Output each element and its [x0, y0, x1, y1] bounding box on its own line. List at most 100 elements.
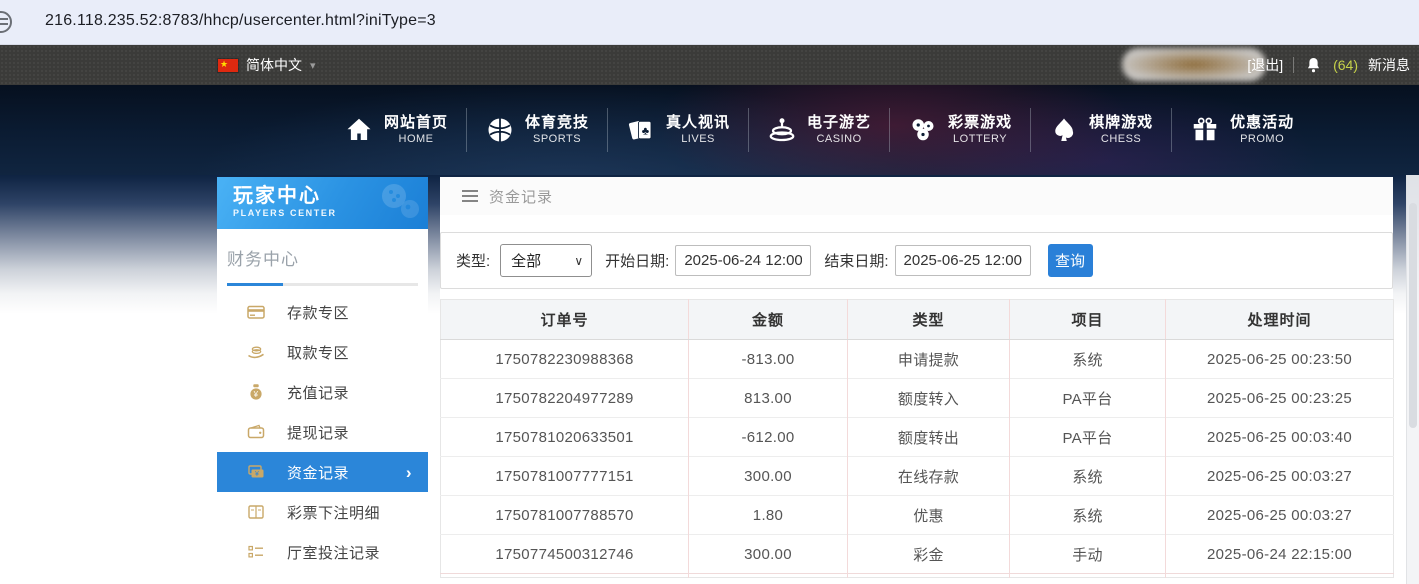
search-button[interactable]: 查询	[1048, 244, 1093, 277]
logout-link[interactable]: [退出]	[1247, 55, 1283, 75]
table-row: 1750781020633501 -612.00 额度转出 PA平台 2025-…	[441, 418, 1394, 457]
breadcrumb: 资金记录	[440, 177, 1393, 215]
menu-icon[interactable]	[462, 190, 478, 202]
hand-money-icon	[247, 343, 265, 361]
sidebar-item-player-bet-report[interactable]: 玩家投注报表	[217, 572, 428, 584]
type-cell: 额度转出	[848, 418, 1010, 457]
time-cell: 2025-06-25 00:23:25	[1166, 379, 1394, 418]
nav-item-casino[interactable]: 电子游艺CASINO	[749, 85, 889, 175]
sidebar-item-label: 彩票下注明细	[287, 502, 380, 523]
chevron-down-icon: ▾	[310, 59, 316, 72]
table-row: 1750774500312746 300.00 彩金 手动 2025-06-24…	[441, 535, 1394, 574]
sports-ball-icon	[485, 115, 515, 145]
type-cell: 额度转入	[848, 379, 1010, 418]
sidebar-item-label: 厅室投注记录	[287, 542, 380, 563]
sidebar-item-withdraw[interactable]: 取款专区	[217, 332, 428, 372]
list-icon	[247, 543, 265, 561]
notice-link[interactable]: 新消息	[1368, 55, 1410, 75]
site-info-icon[interactable]	[0, 11, 12, 33]
browser-address-bar[interactable]: 216.118.235.52:8783/hhcp/usercenter.html…	[0, 0, 1419, 45]
sidebar-item-funds-records[interactable]: ¥ 资金记录 ›	[217, 452, 428, 492]
nav-item-chess[interactable]: 棋牌游戏CHESS	[1031, 85, 1171, 175]
type-cell: 申请提款	[848, 340, 1010, 379]
sidebar-section: 财务中心	[227, 245, 418, 286]
home-icon	[344, 115, 374, 145]
funds-cards-icon: ¥	[247, 463, 265, 481]
chevron-right-icon: ›	[406, 464, 412, 481]
nav-item-sports[interactable]: 体育竞技SPORTS	[467, 85, 607, 175]
svg-text:♣: ♣	[642, 125, 650, 137]
sidebar-item-label: 充值记录	[287, 382, 349, 403]
sidebar-item-withdraw-records[interactable]: 提现记录	[217, 412, 428, 452]
amount-cell: 300.00	[689, 457, 848, 496]
filter-bar: 类型: 全部 ∨ 开始日期: 结束日期: 查询	[440, 232, 1393, 289]
table-row: 1750781007788570 1.80 优惠 系统 2025-06-25 0…	[441, 496, 1394, 535]
gamepad-icon	[350, 181, 422, 227]
username-redacted	[1122, 48, 1266, 81]
time-cell: 2025-06-25 00:03:40	[1166, 418, 1394, 457]
sidebar-item-label: 资金记录	[287, 462, 349, 483]
header-amount: 金额	[689, 300, 848, 340]
language-selector[interactable]: ★ 简体中文 ▾	[218, 45, 316, 85]
main-content: 资金记录 类型: 全部 ∨ 开始日期: 结束日期: 查询 订单号 金额 类型	[440, 177, 1393, 584]
language-label: 简体中文	[246, 55, 302, 75]
end-date-input[interactable]	[895, 245, 1031, 276]
start-date-input[interactable]	[675, 245, 811, 276]
page-scrollbar[interactable]	[1406, 175, 1419, 584]
sidebar-item-label: 存款专区	[287, 302, 349, 323]
amount-cell: -813.00	[689, 340, 848, 379]
type-cell: 优惠	[848, 496, 1010, 535]
sidebar-item-lottery-bet-detail[interactable]: 彩票下注明细	[217, 492, 428, 532]
china-flag-icon: ★	[218, 59, 238, 72]
amount-cell: 1.80	[689, 496, 848, 535]
order-no-cell: 1750781020633501	[441, 418, 689, 457]
header-type: 类型	[848, 300, 1010, 340]
start-date-label: 开始日期:	[605, 250, 669, 271]
deposit-card-icon	[247, 303, 265, 321]
screen: 216.118.235.52:8783/hhcp/usercenter.html…	[0, 0, 1419, 584]
project-cell: 系统	[1010, 340, 1166, 379]
gift-icon	[1190, 115, 1220, 145]
select-caret-icon: ∨	[574, 254, 583, 268]
sidebar-menu: 存款专区 取款专区 ¥ 充值记录	[217, 292, 428, 584]
section-underline	[227, 283, 418, 286]
url-text[interactable]: 216.118.235.52:8783/hhcp/usercenter.html…	[45, 12, 436, 30]
order-no-cell: 1750774500312746	[441, 535, 689, 574]
time-cell: 2025-06-25 00:03:27	[1166, 496, 1394, 535]
header-time: 处理时间	[1166, 300, 1394, 340]
table-row: 1750781007777151 300.00 在线存款 系统 2025-06-…	[441, 457, 1394, 496]
nav-item-lottery[interactable]: 彩票游戏LOTTERY	[890, 85, 1030, 175]
playing-cards-icon: ♣	[626, 115, 656, 145]
ledger-book-icon	[247, 503, 265, 521]
table-row: 1750782230988368 -813.00 申请提款 系统 2025-06…	[441, 340, 1394, 379]
svg-text:¥: ¥	[255, 471, 259, 478]
time-cell: 2025-06-25 00:23:50	[1166, 340, 1394, 379]
sidebar-item-recharge-records[interactable]: ¥ 充值记录	[217, 372, 428, 412]
notice-count: (64)	[1333, 57, 1358, 73]
sidebar-item-deposit[interactable]: 存款专区	[217, 292, 428, 332]
divider	[1293, 57, 1294, 73]
project-cell: 系统	[1010, 457, 1166, 496]
players-center-sidebar: 玩家中心 PLAYERS CENTER 财务中心 存款专区	[217, 177, 428, 584]
project-cell: 系统	[1010, 496, 1166, 535]
amount-cell: 300.00	[689, 535, 848, 574]
project-cell: PA平台	[1010, 418, 1166, 457]
funds-records-table: 订单号 金额 类型 项目 处理时间 1750782230988368 -813.…	[440, 299, 1394, 578]
nav-item-home[interactable]: 网站首页HOME	[326, 85, 466, 175]
spade-icon	[1049, 115, 1079, 145]
sidebar-header: 玩家中心 PLAYERS CENTER	[217, 177, 428, 229]
sidebar-item-label: 取款专区	[287, 342, 349, 363]
sidebar-item-hall-bet-records[interactable]: 厅室投注记录	[217, 532, 428, 572]
bell-icon[interactable]	[1304, 56, 1323, 75]
roulette-icon	[767, 115, 797, 145]
nav-item-promo[interactable]: 优惠活动PROMO	[1172, 85, 1312, 175]
type-cell: 在线存款	[848, 457, 1010, 496]
main-navigation: 网站首页HOME 体育竞技SPORTS ♣ 真人视讯LIVES	[0, 85, 1419, 175]
scrollbar-thumb[interactable]	[1409, 203, 1417, 428]
wallet-icon	[247, 423, 265, 441]
section-title: 财务中心	[227, 245, 418, 270]
type-select[interactable]: 全部 ∨	[500, 244, 592, 277]
nav-item-lives[interactable]: ♣ 真人视讯LIVES	[608, 85, 748, 175]
account-topbar: ★ 简体中文 ▾ [退出] (64) 新消息	[0, 45, 1419, 85]
table-row-partial	[441, 574, 1394, 578]
